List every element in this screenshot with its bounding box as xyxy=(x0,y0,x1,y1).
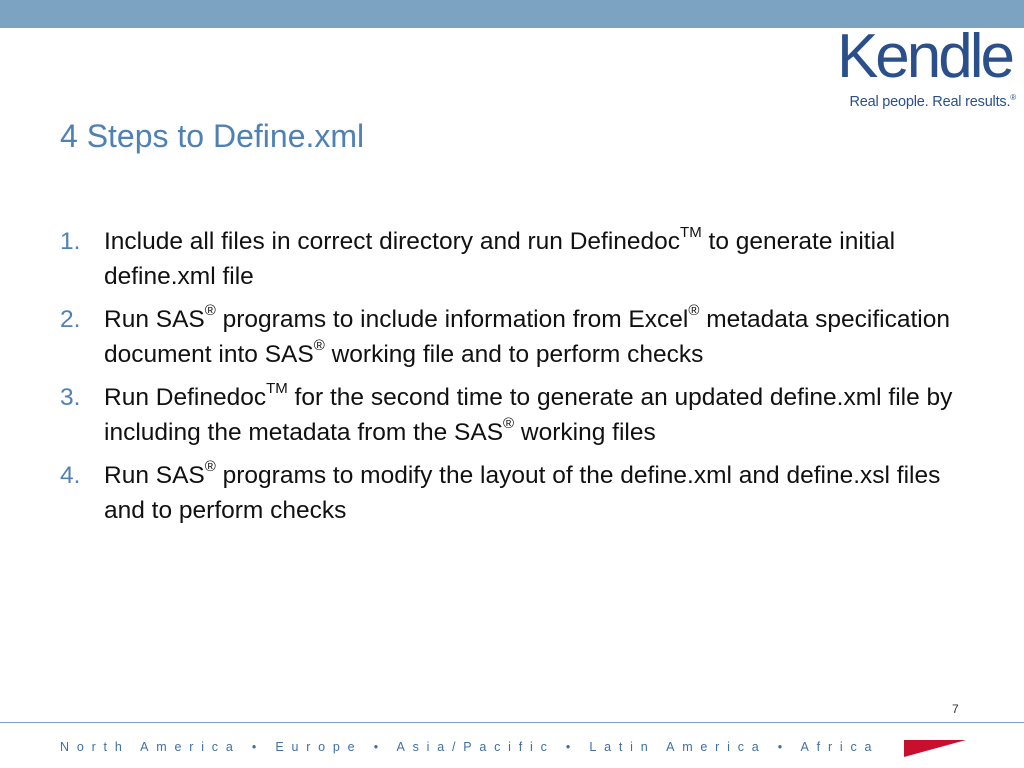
registered-mark: ® xyxy=(313,336,325,354)
logo-tagline-mark: ® xyxy=(1010,93,1016,102)
step-item: 2. Run SAS® programs to include informat… xyxy=(60,302,980,372)
step-item: 4. Run SAS® programs to modify the layou… xyxy=(60,458,980,528)
registered-mark: ® xyxy=(688,301,700,319)
slide-title: 4 Steps to Define.xml xyxy=(60,118,365,154)
footer-regions: North America • Europe • Asia/Pacific • … xyxy=(60,740,880,754)
registered-mark: ® xyxy=(503,414,515,432)
trademark-mark: TM xyxy=(680,223,702,241)
step-text: Run SAS xyxy=(104,306,205,333)
logo-wordmark: Kendle xyxy=(836,22,1015,91)
step-text: working file and to perform checks xyxy=(324,341,704,368)
steps-list: 1. Include all files in correct director… xyxy=(60,224,980,536)
kendle-flag-icon xyxy=(904,740,966,757)
step-number: 2. xyxy=(60,306,81,333)
step-number: 3. xyxy=(60,384,81,411)
step-text: working files xyxy=(514,419,656,446)
trademark-mark: TM xyxy=(266,379,288,397)
step-item: 1. Include all files in correct director… xyxy=(60,224,980,294)
kendle-logo: Kendle Real people. Real results.® xyxy=(832,26,1018,112)
step-number: 1. xyxy=(60,228,81,255)
step-text: Run Definedoc xyxy=(104,384,267,411)
logo-tagline: Real people. Real results.® xyxy=(849,90,1016,110)
step-text: programs to include information from Exc… xyxy=(215,306,689,333)
registered-mark: ® xyxy=(204,457,216,475)
page-number: 7 xyxy=(952,702,959,716)
step-text: programs to modify the layout of the def… xyxy=(104,462,941,524)
step-text: Include all files in correct directory a… xyxy=(104,228,681,255)
step-number: 4. xyxy=(60,462,81,489)
step-text: Run SAS xyxy=(104,462,205,489)
footer-divider xyxy=(0,722,1024,723)
logo-tagline-text: Real people. Real results. xyxy=(849,93,1011,110)
flag-shape xyxy=(904,740,966,757)
registered-mark: ® xyxy=(204,301,216,319)
step-item: 3. Run DefinedocTM for the second time t… xyxy=(60,380,980,450)
